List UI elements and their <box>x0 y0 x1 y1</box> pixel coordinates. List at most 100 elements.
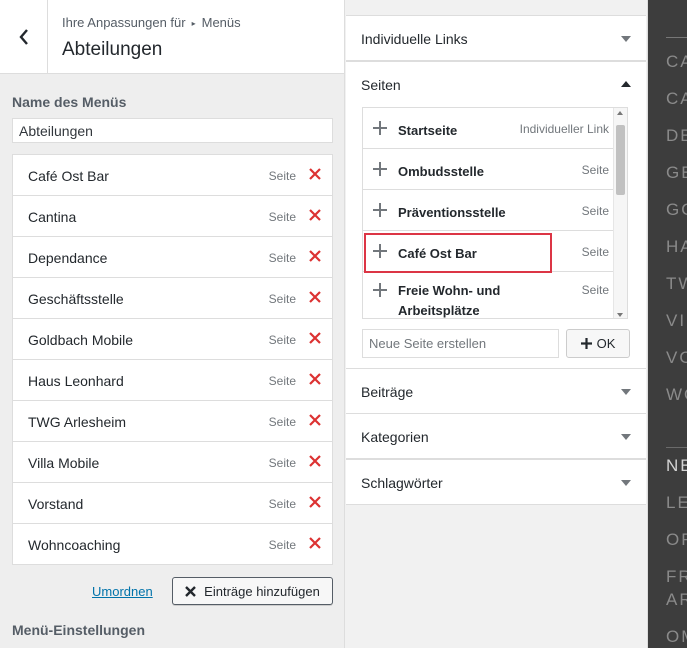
menu-name-input[interactable] <box>12 118 333 143</box>
plus-icon <box>373 283 387 297</box>
back-button[interactable] <box>0 0 48 74</box>
menu-item-type: Seite <box>268 415 296 429</box>
preview-menu-item[interactable]: VO <box>666 348 687 368</box>
menu-item[interactable]: Wohncoaching Seite <box>13 524 332 564</box>
accordion-custom-links[interactable]: Individuelle Links <box>346 15 646 61</box>
reorder-link[interactable]: Umordnen <box>92 584 153 599</box>
menu-name-label: Name des Menüs <box>12 94 127 110</box>
preview-menu-item[interactable]: OM <box>666 627 687 647</box>
remove-icon[interactable] <box>308 290 322 304</box>
menu-item-type: Seite <box>268 333 296 347</box>
accordion-title: Kategorien <box>361 429 429 445</box>
add-items-button[interactable]: Einträge hinzufügen <box>172 577 333 605</box>
page-item[interactable]: Ombudsstelle Seite <box>363 149 627 190</box>
accordion-posts[interactable]: Beiträge <box>346 368 646 414</box>
menu-item-type: Seite <box>268 210 296 224</box>
accordion-title: Beiträge <box>361 384 414 400</box>
page-type: Seite <box>581 245 609 259</box>
preview-menu-item[interactable]: OF <box>666 530 687 550</box>
preview-menu-item[interactable]: CA <box>666 89 687 109</box>
page-title: Café Ost Bar <box>398 246 477 261</box>
arrow-up-icon[interactable] <box>621 81 631 87</box>
page-item[interactable]: Startseite Individueller Link <box>363 108 627 149</box>
accordion-title[interactable]: Seiten <box>361 77 401 93</box>
pages-scrollbar[interactable] <box>613 108 627 318</box>
pages-list: Startseite Individueller Link Ombudsstel… <box>362 107 628 319</box>
site-preview: CA CA DE GE GO HA TW VI VO WO NE LE OF F… <box>648 0 687 648</box>
page-type: Individueller Link <box>519 122 609 136</box>
preview-divider <box>666 37 687 38</box>
page-type: Seite <box>581 163 609 177</box>
arrow-down-icon <box>621 389 631 395</box>
preview-menu-item[interactable]: GE <box>666 163 687 183</box>
breadcrumb: Ihre Anpassungen für ▸ Menüs <box>62 15 241 30</box>
menu-item-type: Seite <box>268 456 296 470</box>
accordion-categories[interactable]: Kategorien <box>346 413 646 459</box>
menu-item[interactable]: Vorstand Seite <box>13 483 332 524</box>
page-title: Ombudsstelle <box>398 164 484 179</box>
new-page-input[interactable] <box>362 329 559 358</box>
menu-item-type: Seite <box>268 374 296 388</box>
preview-menu-item[interactable]: NE <box>666 456 687 476</box>
page-title: Abteilungen <box>62 39 163 60</box>
remove-icon[interactable] <box>308 495 322 509</box>
remove-icon[interactable] <box>308 536 322 550</box>
preview-menu-item[interactable]: HA <box>666 237 687 257</box>
arrow-down-icon <box>621 36 631 42</box>
menu-item[interactable]: Villa Mobile Seite <box>13 442 332 483</box>
accordion-pages: Seiten Startseite Individueller Link Omb… <box>346 61 646 369</box>
menu-item[interactable]: Café Ost Bar Seite <box>13 155 332 196</box>
preview-menu-item[interactable]: LE <box>666 493 687 513</box>
menu-settings-heading: Menü-Einstellungen <box>12 622 145 638</box>
available-items-panel: Individuelle Links Seiten Startseite Ind… <box>346 0 648 648</box>
menu-item-title: Villa Mobile <box>28 455 100 471</box>
page-item[interactable]: Präventionsstelle Seite <box>363 190 627 231</box>
menu-item[interactable]: TWG Arlesheim Seite <box>13 401 332 442</box>
menu-item-type: Seite <box>268 292 296 306</box>
preview-menu-item[interactable]: VI <box>666 311 686 331</box>
menu-item-title: Café Ost Bar <box>28 168 109 184</box>
remove-icon[interactable] <box>308 249 322 263</box>
page-item-highlighted[interactable]: Café Ost Bar Seite <box>363 231 627 273</box>
page-title: Freie Wohn- und Arbeitsplätze <box>398 283 501 318</box>
plus-icon <box>373 162 387 176</box>
menu-item[interactable]: Goldbach Mobile Seite <box>13 319 332 360</box>
remove-icon[interactable] <box>308 167 322 181</box>
accordion-title: Schlagwörter <box>361 475 443 491</box>
remove-icon[interactable] <box>308 413 322 427</box>
preview-menu-item[interactable]: CA <box>666 52 687 72</box>
menu-item-title: Vorstand <box>28 496 84 512</box>
menu-item-title: Cantina <box>28 209 77 225</box>
menu-item[interactable]: Haus Leonhard Seite <box>13 360 332 401</box>
page-title: Präventionsstelle <box>398 205 506 220</box>
preview-menu-item[interactable]: TW <box>666 274 687 294</box>
menu-item[interactable]: Cantina Seite <box>13 196 332 237</box>
breadcrumb-prefix: Ihre Anpassungen für <box>62 15 186 30</box>
remove-icon[interactable] <box>308 454 322 468</box>
menu-items-list: Café Ost Bar Seite Cantina Seite Dependa… <box>12 154 333 565</box>
arrow-down-icon <box>621 480 631 486</box>
scroll-down-icon[interactable] <box>617 313 623 317</box>
preview-menu-item[interactable]: GO <box>666 200 687 220</box>
scroll-up-icon[interactable] <box>617 111 623 115</box>
ok-button[interactable]: OK <box>566 329 630 358</box>
preview-divider <box>666 447 687 448</box>
menu-item-title: TWG Arlesheim <box>28 414 127 430</box>
accordion-tags[interactable]: Schlagwörter <box>346 459 646 505</box>
menu-item-type: Seite <box>268 538 296 552</box>
page-type: Seite <box>581 204 609 218</box>
preview-menu-item[interactable]: AR <box>666 590 687 610</box>
scrollbar-thumb[interactable] <box>616 125 625 195</box>
remove-icon[interactable] <box>308 331 322 345</box>
menu-item[interactable]: Dependance Seite <box>13 237 332 278</box>
menu-item-title: Goldbach Mobile <box>28 332 134 348</box>
menu-item[interactable]: Geschäftsstelle Seite <box>13 278 332 319</box>
page-item[interactable]: Freie Wohn- und Arbeitsplätze Seite <box>363 272 627 318</box>
preview-menu-item[interactable]: FR <box>666 567 687 587</box>
preview-menu-item[interactable]: DE <box>666 126 687 146</box>
page-title: Startseite <box>398 123 458 138</box>
remove-icon[interactable] <box>308 208 322 222</box>
preview-menu-item[interactable]: WO <box>666 385 687 405</box>
panel-header: Ihre Anpassungen für ▸ Menüs Abteilungen <box>0 0 344 74</box>
remove-icon[interactable] <box>308 372 322 386</box>
